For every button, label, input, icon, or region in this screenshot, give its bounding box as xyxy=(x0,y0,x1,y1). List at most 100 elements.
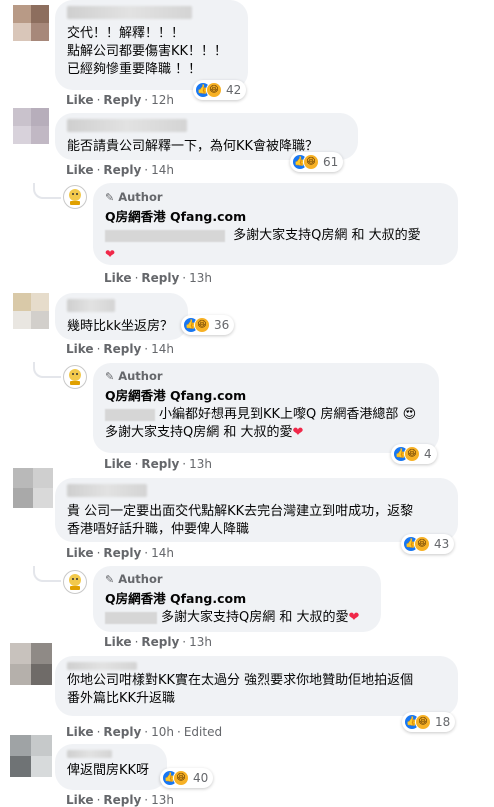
haha-icon: 😆 xyxy=(206,82,222,98)
haha-icon: 😆 xyxy=(194,317,210,333)
comment-bubble: ✎ Author Q房網香港 Qfang.com 小編都好想再見到KK上嚟Q 房網… xyxy=(93,363,439,453)
commenter-avatar[interactable] xyxy=(13,108,49,144)
comment-actions: Like · Reply · 13h xyxy=(104,271,212,285)
reply-button[interactable]: Reply xyxy=(141,271,179,285)
edited-label[interactable]: Edited xyxy=(184,725,222,739)
haha-icon: 😆 xyxy=(415,714,431,730)
haha-icon: 😆 xyxy=(173,770,189,786)
comment-time[interactable]: 14h xyxy=(151,342,174,356)
page-name[interactable]: Q房網香港 Qfang.com xyxy=(105,385,427,404)
haha-icon: 😆 xyxy=(303,154,319,170)
like-button[interactable]: Like xyxy=(66,793,94,807)
commenter-avatar[interactable] xyxy=(13,293,49,329)
commenter-name-redacted[interactable] xyxy=(67,750,112,758)
tagged-user-redacted[interactable] xyxy=(105,408,155,421)
reaction-count: 43 xyxy=(434,537,450,551)
author-badge: ✎ Author xyxy=(105,572,163,586)
comment-actions: Like · Reply · 14h xyxy=(66,546,174,560)
commenter-avatar[interactable] xyxy=(13,5,49,41)
reaction-summary[interactable]: 👍 😆 42 xyxy=(193,80,247,100)
like-button[interactable]: Like xyxy=(66,546,94,560)
commenter-avatar[interactable] xyxy=(10,735,52,777)
heart-icon: ❤ xyxy=(292,425,304,440)
like-button[interactable]: Like xyxy=(66,163,94,177)
reaction-summary[interactable]: 👍 😆 61 xyxy=(290,152,344,172)
comment-text: 多謝大家支持Q房網 和 大叔的愛❤ xyxy=(105,609,369,627)
comment-text: 俾返間房KK呀 xyxy=(67,763,150,778)
comment-actions: Like · Reply · 13h xyxy=(104,457,212,471)
commenter-name-redacted[interactable] xyxy=(67,484,147,497)
like-button[interactable]: Like xyxy=(104,457,132,471)
reaction-summary[interactable]: 👍 😆 4 xyxy=(391,444,437,464)
comment-bubble: ✎ Author Q房網香港 Qfang.com 多謝大家支持Q房網 和 大叔的愛… xyxy=(93,566,381,632)
reaction-count: 42 xyxy=(226,83,242,97)
comment-bubble: 貴 公司一定要出面交代點解KK去完台灣建立到咁成功，返黎 香港唔好話升職，仲要俾… xyxy=(55,478,458,542)
comment-text: 幾時比kk坐返房？ xyxy=(67,319,174,334)
page-avatar[interactable] xyxy=(63,185,87,209)
page-avatar[interactable] xyxy=(63,365,87,389)
comment-time[interactable]: 12h xyxy=(151,93,174,107)
reply-button[interactable]: Reply xyxy=(103,342,141,356)
reaction-count: 4 xyxy=(424,447,432,461)
page-name[interactable]: Q房網香港 Qfang.com xyxy=(105,588,369,607)
commenter-name-redacted[interactable] xyxy=(67,662,137,670)
reply-thread-line xyxy=(33,566,61,582)
reaction-summary[interactable]: 👍 😆 18 xyxy=(402,712,456,732)
reply-thread-line xyxy=(33,183,61,199)
pencil-icon: ✎ xyxy=(105,369,115,383)
pencil-icon: ✎ xyxy=(105,572,115,586)
like-button[interactable]: Like xyxy=(66,725,94,739)
reaction-summary[interactable]: 👍 😆 40 xyxy=(160,768,214,788)
like-button[interactable]: Like xyxy=(66,93,94,107)
commenter-avatar[interactable] xyxy=(10,643,52,685)
comment-text: 交代！！解釋！！！ 點解公司都要傷害KK！！！ 已經夠慘重要降職 ！！ xyxy=(67,26,228,77)
comment-time[interactable]: 14h xyxy=(151,546,174,560)
reaction-summary[interactable]: 👍 😆 36 xyxy=(181,315,235,335)
comment-bubble: 幾時比kk坐返房？ xyxy=(55,293,188,340)
reply-button[interactable]: Reply xyxy=(103,725,141,739)
comment-actions: Like · Reply · 12h xyxy=(66,93,174,107)
comment-time[interactable]: 13h xyxy=(189,271,212,285)
reaction-count: 18 xyxy=(435,715,451,729)
comment-text: 貴 公司一定要出面交代點解KK去完台灣建立到咁成功，返黎 香港唔好話升職，仲要俾… xyxy=(67,504,414,537)
reply-button[interactable]: Reply xyxy=(103,93,141,107)
comment-bubble: 交代！！解釋！！！ 點解公司都要傷害KK！！！ 已經夠慘重要降職 ！！ xyxy=(55,0,248,90)
reaction-summary[interactable]: 👍 😆 43 xyxy=(401,534,455,554)
tagged-user-redacted[interactable] xyxy=(105,611,157,624)
reply-button[interactable]: Reply xyxy=(141,457,179,471)
like-button[interactable]: Like xyxy=(104,635,132,649)
comment-actions: Like · Reply · 14h xyxy=(66,342,174,356)
heart-icon: ❤ xyxy=(348,610,360,625)
commenter-avatar[interactable] xyxy=(13,468,53,508)
pencil-icon: ✎ xyxy=(105,190,115,204)
reaction-count: 61 xyxy=(323,155,339,169)
comment-time[interactable]: 14h xyxy=(151,163,174,177)
reply-button[interactable]: Reply xyxy=(103,793,141,807)
comment-actions: Like · Reply · 13h xyxy=(104,635,212,649)
author-badge: ✎ Author xyxy=(105,369,163,383)
comment-bubble: 你地公司咁樣對KK實在太過分 強烈要求你地贊助佢地拍返個 番外篇比KK升返職 xyxy=(55,656,458,716)
reaction-count: 36 xyxy=(214,318,230,332)
reaction-count: 40 xyxy=(193,771,209,785)
commenter-name-redacted[interactable] xyxy=(67,119,187,132)
like-button[interactable]: Like xyxy=(66,342,94,356)
author-badge: ✎ Author xyxy=(105,190,163,204)
reply-button[interactable]: Reply xyxy=(103,163,141,177)
page-name[interactable]: Q房網香港 Qfang.com xyxy=(105,206,446,225)
commenter-name-redacted[interactable] xyxy=(67,6,192,19)
reply-thread-line xyxy=(33,362,61,378)
haha-icon: 😆 xyxy=(414,536,430,552)
comment-text-line-1: 小編都好想再見到KK上嚟Q 房網香港總部 😍 xyxy=(105,406,427,424)
tagged-user-redacted[interactable] xyxy=(105,229,225,242)
page-avatar[interactable] xyxy=(63,570,87,594)
like-button[interactable]: Like xyxy=(104,271,132,285)
comment-time[interactable]: 13h xyxy=(151,793,174,807)
comment-actions: Like · Reply · 13h xyxy=(66,793,174,807)
comment-time[interactable]: 13h xyxy=(189,635,212,649)
reply-button[interactable]: Reply xyxy=(141,635,179,649)
comment-time[interactable]: 13h xyxy=(189,457,212,471)
commenter-name-redacted[interactable] xyxy=(67,299,115,312)
reply-button[interactable]: Reply xyxy=(103,546,141,560)
qfang-logo-icon xyxy=(65,367,85,387)
comment-time[interactable]: 10h xyxy=(151,725,174,739)
